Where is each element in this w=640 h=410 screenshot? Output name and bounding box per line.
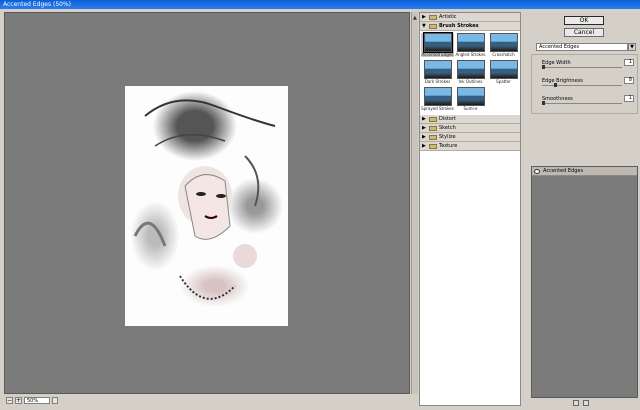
param-value-input[interactable]: 8 xyxy=(624,77,634,84)
folder-icon xyxy=(429,125,437,131)
filter-preview-image xyxy=(456,60,485,79)
category-distort[interactable]: ▶ Distort xyxy=(420,115,520,124)
filter-thumb-sumi-e[interactable]: Sumi-e xyxy=(454,87,487,111)
folder-icon xyxy=(429,23,437,29)
param-edge-brightness: Edge Brightness 8 xyxy=(542,77,634,87)
visibility-eye-icon[interactable] xyxy=(534,168,540,174)
folder-icon xyxy=(429,143,437,149)
folder-icon xyxy=(429,116,437,122)
delete-effect-layer-icon[interactable] xyxy=(583,400,589,406)
zoom-bar: − + 50% xyxy=(4,396,410,405)
category-label: Brush Strokes xyxy=(439,23,479,29)
param-slider[interactable] xyxy=(542,65,622,69)
filter-thumb-angled-strokes[interactable]: Angled Strokes xyxy=(454,33,487,57)
filter-thumb-sprayed-strokes[interactable]: Sprayed Strokes xyxy=(421,87,454,111)
filter-preview-image xyxy=(423,60,452,79)
category-label: Sketch xyxy=(439,125,456,131)
filter-thumb-crosshatch[interactable]: Crosshatch xyxy=(487,33,520,57)
filter-select[interactable]: Accented Edges ▼ xyxy=(536,43,636,51)
param-value-input[interactable]: 1 xyxy=(624,95,634,102)
new-effect-layer-icon[interactable] xyxy=(573,400,579,406)
expand-arrow-icon: ▶ xyxy=(422,116,426,122)
filter-thumb-ink-outlines[interactable]: Ink Outlines xyxy=(454,60,487,84)
filter-preview-image xyxy=(489,60,518,79)
preview-image xyxy=(125,86,288,326)
brush-strokes-thumbnails: Accented Edges Angled Strokes Crosshatch… xyxy=(420,31,520,115)
effect-layer-label: Accented Edges xyxy=(543,168,584,174)
category-label: Stylize xyxy=(439,134,456,140)
portrait-artwork xyxy=(133,99,276,300)
zoom-dropdown[interactable] xyxy=(52,397,58,404)
filter-preview-image xyxy=(422,32,453,53)
category-sketch[interactable]: ▶ Sketch xyxy=(420,124,520,133)
param-slider[interactable] xyxy=(542,83,622,87)
layer-buttons xyxy=(573,400,589,406)
expand-arrow-icon: ▶ xyxy=(422,125,426,131)
zoom-out-button[interactable]: − xyxy=(6,397,13,404)
filter-preview-image xyxy=(456,87,485,106)
filter-thumb-accented-edges[interactable]: Accented Edges xyxy=(421,32,454,57)
filter-gallery: ▶ Artistic ▼ Brush Strokes Accented Edge… xyxy=(419,12,521,406)
panel-splitter[interactable]: ▲ xyxy=(411,12,418,394)
category-texture[interactable]: ▶ Texture xyxy=(420,142,520,151)
param-label: Edge Brightness xyxy=(542,78,583,84)
slider-knob[interactable] xyxy=(542,65,545,69)
expand-arrow-icon: ▶ xyxy=(422,143,426,149)
filter-thumb-spatter[interactable]: Spatter xyxy=(487,60,520,84)
filter-preview-image xyxy=(423,87,452,106)
slider-knob[interactable] xyxy=(554,83,558,87)
filter-parameters: Edge Width 1 Edge Brightness 8 Smoothnes… xyxy=(531,54,638,114)
category-label: Texture xyxy=(439,143,458,149)
zoom-value[interactable]: 50% xyxy=(24,397,50,404)
settings-panel: OK Cancel Accented Edges ▼ Edge Width 1 … xyxy=(528,12,638,406)
filter-preview-image xyxy=(456,33,485,52)
category-label: Artistic xyxy=(439,14,457,20)
effect-layers-panel: Accented Edges xyxy=(531,166,638,398)
param-label: Smoothness xyxy=(542,96,573,102)
param-edge-width: Edge Width 1 xyxy=(542,59,634,69)
preview-area[interactable] xyxy=(4,12,410,394)
param-value-input[interactable]: 1 xyxy=(624,59,634,66)
folder-icon xyxy=(429,134,437,140)
ok-button[interactable]: OK xyxy=(564,16,604,25)
category-label: Distort xyxy=(439,116,456,122)
param-slider[interactable] xyxy=(542,101,622,105)
zoom-in-button[interactable]: + xyxy=(15,397,22,404)
expand-arrow-icon: ▶ xyxy=(422,14,426,20)
collapse-arrow-icon[interactable]: ▲ xyxy=(413,15,417,21)
filter-select-value[interactable]: Accented Edges xyxy=(536,43,628,51)
slider-knob[interactable] xyxy=(542,101,545,105)
cancel-button[interactable]: Cancel xyxy=(564,28,604,37)
category-stylize[interactable]: ▶ Stylize xyxy=(420,133,520,142)
category-brush-strokes[interactable]: ▼ Brush Strokes xyxy=(420,22,520,31)
window-title: Accented Edges (50%) xyxy=(0,0,640,9)
filter-preview-image xyxy=(489,33,518,52)
effect-layer-row[interactable]: Accented Edges xyxy=(532,167,637,176)
chevron-down-icon[interactable]: ▼ xyxy=(628,43,636,51)
filter-thumb-dark-strokes[interactable]: Dark Strokes xyxy=(421,60,454,84)
param-smoothness: Smoothness 1 xyxy=(542,95,634,105)
expand-arrow-icon: ▶ xyxy=(422,134,426,140)
folder-icon xyxy=(429,14,437,20)
category-artistic[interactable]: ▶ Artistic xyxy=(420,13,520,22)
collapse-arrow-icon: ▼ xyxy=(422,23,426,29)
param-label: Edge Width xyxy=(542,60,571,66)
